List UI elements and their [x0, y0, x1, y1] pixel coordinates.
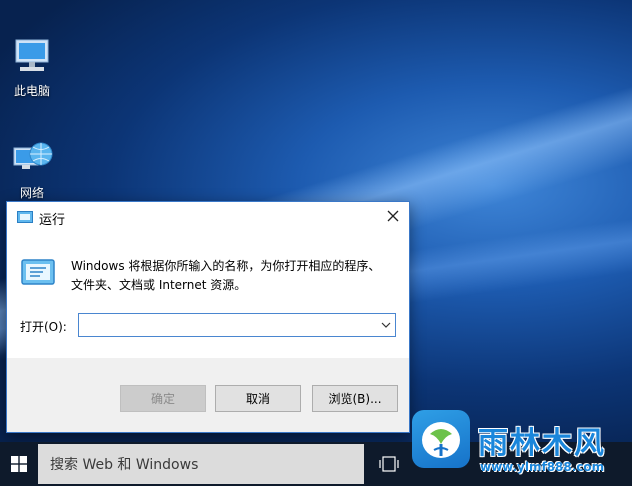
- desktop-icon-label: 网络: [19, 186, 44, 200]
- dialog-title: 运行: [39, 213, 66, 228]
- start-button[interactable]: [0, 442, 38, 486]
- watermark-url: www.ylmf888.com: [480, 460, 605, 474]
- ok-button[interactable]: 确定: [120, 385, 206, 412]
- run-dialog: 运行 Windows 将根据你所输入的名称，为你打开相应的程序、 文件夹、文档或…: [6, 201, 410, 433]
- windows-logo-icon: [11, 456, 27, 472]
- computer-icon: [15, 39, 49, 71]
- open-combobox[interactable]: [78, 313, 396, 337]
- open-input[interactable]: [79, 314, 377, 336]
- open-label: 打开(O):: [20, 320, 67, 334]
- desktop-icon-this-pc[interactable]: 此电脑: [0, 36, 64, 99]
- watermark: 雨林木风 www.ylmf888.com: [408, 404, 632, 486]
- desktop-icon-network[interactable]: 网络: [0, 138, 64, 201]
- close-icon: [387, 210, 399, 222]
- run-program-icon: [21, 259, 55, 285]
- desktop-icon-label: 此电脑: [13, 84, 50, 98]
- browse-button[interactable]: 浏览(B)...: [312, 385, 398, 412]
- task-view-icon[interactable]: [376, 452, 402, 476]
- dialog-description: Windows 将根据你所输入的名称，为你打开相应的程序、 文件夹、文档或 In…: [71, 257, 401, 295]
- network-icon: [13, 142, 53, 169]
- watermark-logo: [412, 410, 470, 468]
- watermark-title: 雨林木风: [478, 426, 606, 461]
- chevron-down-icon[interactable]: [381, 321, 391, 329]
- dialog-button-bar: 确定 取消 浏览(B)...: [7, 358, 409, 432]
- description-line-1: Windows 将根据你所输入的名称，为你打开相应的程序、: [71, 259, 381, 273]
- dialog-titlebar[interactable]: 运行: [7, 202, 409, 232]
- leaf-logo-icon: [422, 422, 460, 458]
- cancel-button[interactable]: 取消: [215, 385, 301, 412]
- search-placeholder: 搜索 Web 和 Windows: [50, 457, 199, 473]
- close-button[interactable]: [377, 202, 409, 230]
- taskbar-search-box[interactable]: 搜索 Web 和 Windows: [38, 444, 364, 484]
- description-line-2: 文件夹、文档或 Internet 资源。: [71, 278, 247, 292]
- run-icon: [17, 211, 33, 223]
